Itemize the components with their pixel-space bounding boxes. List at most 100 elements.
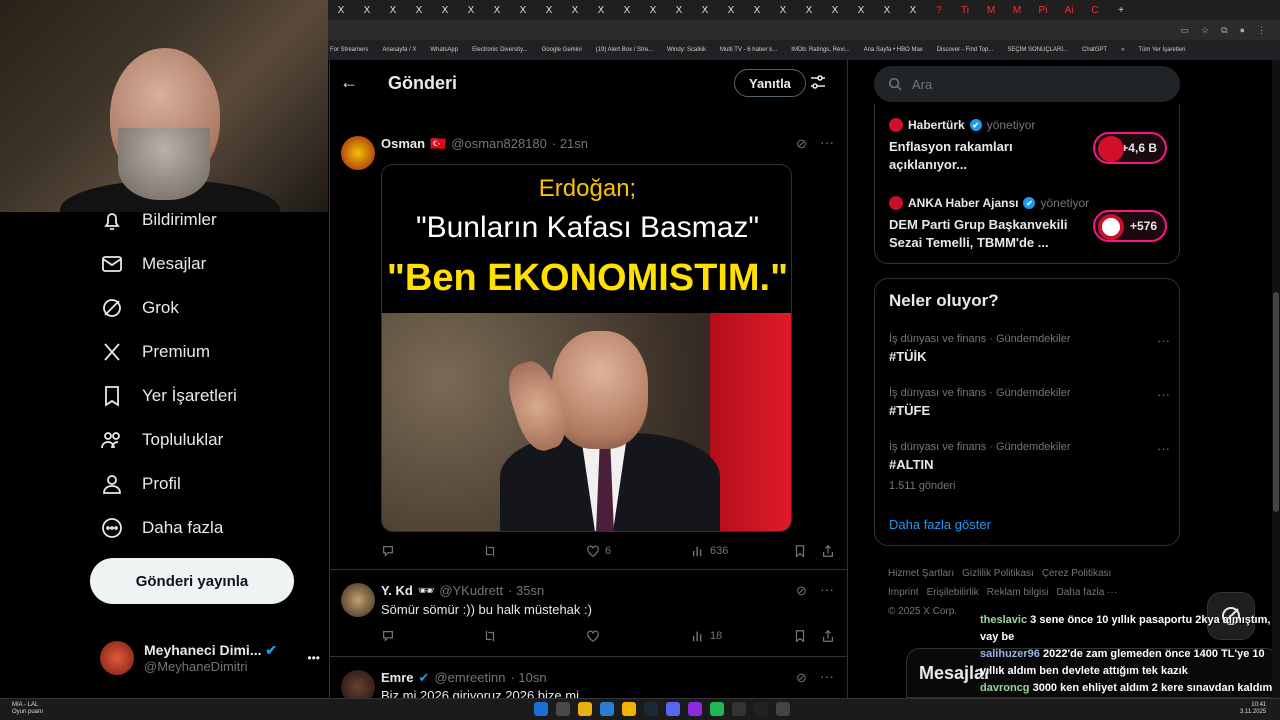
taskbar-widget[interactable]: MIA - LAL Oyun puanı [12,702,43,716]
tweet[interactable]: Osman 🇹🇷 @osman828180 · 21sn ⊘ ··· Erdoğ… [330,124,847,570]
browser-tab[interactable]: X [536,0,562,20]
bookmark-item[interactable]: » [1121,47,1124,53]
browser-tab[interactable]: X [666,0,692,20]
author-name[interactable]: Emre [381,670,414,686]
edge-icon[interactable] [600,702,614,716]
author-name[interactable]: Osman [381,136,425,152]
news-item[interactable]: ANKA Haber Ajansı ✔ yönetiyor DEM Parti Gr… [889,196,1169,252]
browser-tab[interactable]: X [822,0,848,20]
news-count-pill[interactable]: +4,6 B [1093,132,1167,164]
start-icon[interactable] [534,702,548,716]
browser-tab[interactable]: X [484,0,510,20]
browser-tab[interactable]: X [718,0,744,20]
profile-icon[interactable]: ● [1240,25,1245,35]
author-handle[interactable]: @YKudrett [439,583,503,599]
post-button[interactable]: Gönderi yayınla [90,558,294,604]
grok-icon[interactable]: ⊘ [796,583,807,599]
browser-tab[interactable]: X [458,0,484,20]
back-arrow-icon[interactable]: ← [340,72,358,93]
bookmark-item[interactable]: Windy: Scalkik [667,47,706,53]
news-item[interactable]: Habertürk ✔ yönetiyor Enflasyon rakamları … [889,118,1169,174]
bookmark-item[interactable]: (19) Alert Box / Stre... [596,47,653,53]
more-dots-icon[interactable]: ··· [820,581,834,597]
timestamp[interactable]: · 21sn [552,136,588,152]
trend-item[interactable]: İş dünyası ve finans · Gündemdekiler #AL… [889,441,1170,492]
extensions-icon[interactable]: ⧉ [1221,25,1227,36]
bookmark-item[interactable]: ChatGPT [1082,47,1107,53]
app-icon[interactable] [776,702,790,716]
browser-tab[interactable]: X [380,0,406,20]
trend-item[interactable]: İş dünyası ve finans · Gündemdekiler #TÜ… [889,387,1170,418]
grok-icon[interactable]: ⊘ [796,670,807,686]
views-button[interactable]: 18 [691,629,722,643]
browser-tab[interactable]: C [1082,0,1108,20]
nav-item-daha-fazla[interactable]: Daha fazla [100,516,223,540]
bookmark-item[interactable]: IMDb: Ratings, Revi... [791,47,849,53]
more-dots-icon[interactable]: ··· [820,668,834,684]
scrollbar[interactable] [1272,60,1280,698]
bookmark-item[interactable]: Discover - Find Top... [937,47,994,53]
browser-tab[interactable]: X [770,0,796,20]
avatar[interactable] [341,583,375,617]
spotify-icon[interactable] [710,702,724,716]
footer-link[interactable]: Daha fazla ··· [1056,587,1117,598]
more-dots-icon[interactable]: ··· [820,134,834,150]
more-dots-icon[interactable]: ··· [1157,387,1170,402]
bookmark-item[interactable]: Google Gemini [542,47,582,53]
browser-tab[interactable]: X [848,0,874,20]
steam-icon[interactable] [644,702,658,716]
footer-link[interactable]: Reklam bilgisi [987,587,1049,598]
reply-icon[interactable] [381,629,395,643]
timestamp[interactable]: · 35sn [508,583,544,599]
author-name[interactable]: Y. Kd [381,583,413,599]
show-more-link[interactable]: Daha fazla göster [889,517,991,532]
search-input[interactable]: Ara [874,66,1180,102]
star-icon[interactable]: ☆ [1201,25,1209,36]
account-switcher[interactable]: Meyhaneci Dimi... ✔ @MeyhaneDimitri ••• [100,636,320,680]
system-clock[interactable]: 10:41 3.11.2025 [1240,702,1266,716]
bookmark-item[interactable]: For Streamers [330,47,368,53]
bookmark-item[interactable]: Multi TV - 6 haber k... [720,47,777,53]
browser-tab[interactable]: X [874,0,900,20]
avatar[interactable] [341,136,375,170]
share-icon[interactable] [821,544,835,558]
menu-icon[interactable]: ⋮ [1257,25,1266,36]
browser-tab[interactable]: ? [926,0,952,20]
footer-link[interactable]: Hizmet Şartları [888,568,954,579]
browser-tab[interactable]: X [406,0,432,20]
nav-item-grok[interactable]: Grok [100,296,179,320]
footer-link[interactable]: Çerez Politikası [1042,568,1111,579]
nav-item-mesajlar[interactable]: Mesajlar [100,252,206,276]
timestamp[interactable]: · 10sn [510,670,546,686]
bookmark-item[interactable]: Tüm Yer İşaretleri [1138,47,1185,53]
browser-tab[interactable]: X [588,0,614,20]
avatar[interactable] [341,670,375,698]
trend-item[interactable]: İş dünyası ve finans · Gündemdekiler #TÜ… [889,333,1170,364]
heart-icon[interactable] [586,629,600,643]
bookmark-icon[interactable] [793,629,807,643]
discord-icon[interactable] [666,702,680,716]
browser-tab[interactable]: X [640,0,666,20]
browser-tab[interactable]: X [510,0,536,20]
browser-tab[interactable]: M [978,0,1004,20]
browser-tab[interactable]: M [1004,0,1030,20]
reply-icon[interactable] [381,544,395,558]
tweet[interactable]: Emre ✔ @emreetinn · 10sn ⊘ ··· Biz mi 20… [330,658,847,698]
browser-tab[interactable]: X [562,0,588,20]
footer-link[interactable]: Erişilebilirlik [927,587,979,598]
footer-link[interactable]: Imprint [888,587,919,598]
like-button[interactable]: 6 [586,544,611,558]
browser-tab[interactable]: + [1108,0,1134,20]
retweet-icon[interactable] [483,629,497,643]
bookmark-icon[interactable] [793,544,807,558]
nav-item-bildirimler[interactable]: Bildirimler [100,208,217,232]
bookmark-item[interactable]: Anasayfa / X [382,47,416,53]
tweet[interactable]: Y. Kd 🕶 @YKudrett · 35sn ⊘ ··· Sömür söm… [330,571,847,657]
cast-icon[interactable]: ▭ [1181,25,1190,36]
browser-tab[interactable]: X [432,0,458,20]
browser-tab[interactable]: Pi [1030,0,1056,20]
tweet-image[interactable]: Erdoğan; "Bunların Kafası Basmaz" "Ben E… [381,164,792,532]
bookmark-item[interactable]: WhatsApp [430,47,458,53]
settings-sliders-icon[interactable] [810,74,826,95]
epic-icon[interactable] [732,702,746,716]
